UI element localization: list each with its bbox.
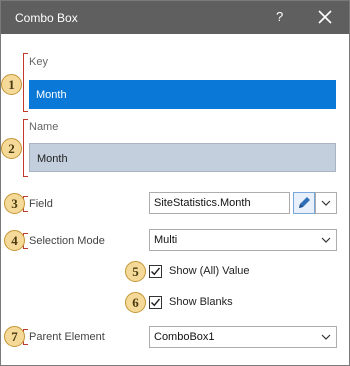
close-button[interactable] [311,5,341,31]
key-value: Month [36,89,67,101]
key-label: Key [29,56,48,68]
key-bracket [23,53,28,112]
name-label: Name [29,121,59,133]
pencil-icon [299,197,310,208]
chevron-down-icon [321,237,331,243]
selection-mode-value: Multi [154,234,178,246]
title-bar: Combo Box ? [1,1,349,34]
selection-mode-label: Selection Mode [29,235,105,247]
name-input[interactable]: Month [29,143,336,172]
parent-element-label: Parent Element [29,331,105,343]
name-value: Month [37,153,68,165]
show-all-checkbox[interactable] [149,265,162,278]
key-input[interactable]: Month [29,80,336,109]
close-icon [318,10,332,24]
edit-field-button[interactable] [293,192,315,214]
field-dropdown-button[interactable] [315,192,337,214]
parent-element-value: ComboBox1 [154,331,215,343]
field-combo[interactable]: SiteStatistics.Month [149,192,290,214]
chevron-down-icon [321,200,331,206]
dialog-title: Combo Box [15,11,78,25]
callout-badge-7: 7 [4,326,25,347]
selection-mode-combo[interactable]: Multi [149,229,337,251]
show-blanks-label: Show Blanks [169,296,233,308]
chevron-down-icon [321,334,331,340]
combo-box-dialog: Combo Box ? Key Month 1 Name Month 2 3 F… [0,0,350,366]
show-all-label: Show (All) Value [169,265,250,277]
callout-badge-3: 3 [4,193,25,214]
checkmark-icon [151,267,161,276]
name-bracket [23,119,28,177]
checkmark-icon [151,298,161,307]
callout-badge-6: 6 [125,292,146,313]
callout-badge-4: 4 [4,230,25,251]
field-label: Field [29,198,53,210]
callout-badge-5: 5 [125,261,146,282]
callout-badge-1: 1 [1,74,22,95]
parent-element-combo[interactable]: ComboBox1 [149,326,337,348]
show-blanks-checkbox[interactable] [149,296,162,309]
callout-badge-2: 2 [1,138,22,159]
help-button[interactable]: ? [276,9,283,24]
field-value: SiteStatistics.Month [154,197,251,209]
